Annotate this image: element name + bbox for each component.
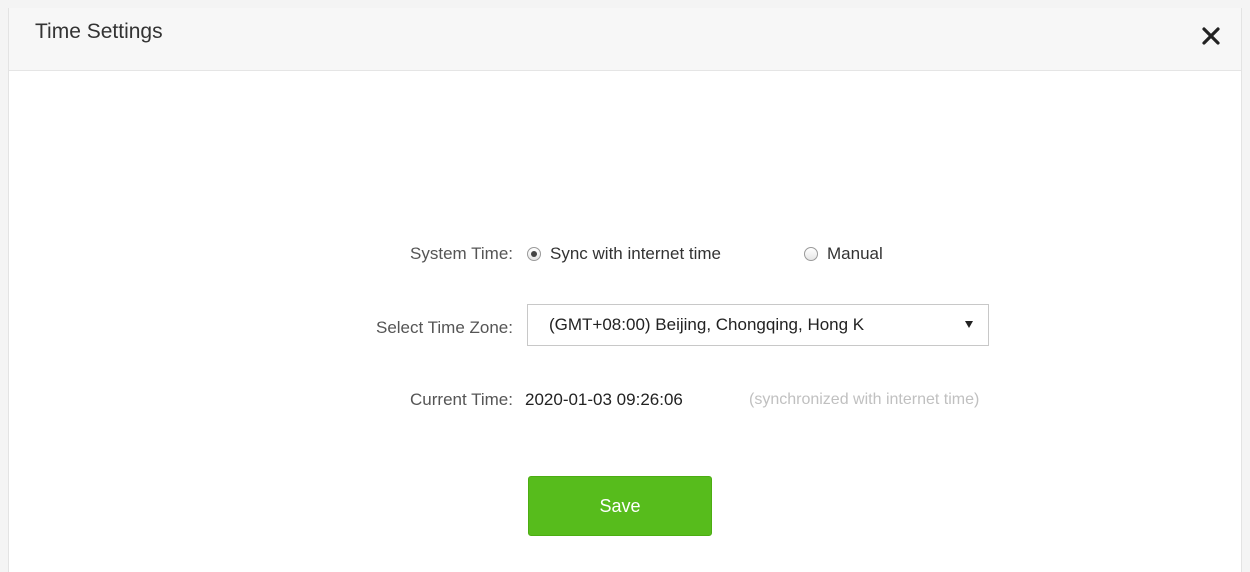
dialog-title: Time Settings <box>35 20 163 43</box>
current-time-label: Current Time: <box>410 390 513 409</box>
current-time-value: 2020-01-03 09:26:06 <box>525 390 683 409</box>
radio-sync-internet[interactable]: Sync with internet time <box>527 244 721 264</box>
time-settings-dialog: Time Settings System Time: Sync with int… <box>8 8 1242 572</box>
time-zone-label: Select Time Zone: <box>375 318 513 337</box>
radio-manual[interactable]: Manual <box>804 244 883 264</box>
time-zone-selected-value: (GMT+08:00) Beijing, Chongqing, Hong K <box>549 315 865 334</box>
dialog-header: Time Settings <box>9 8 1241 71</box>
radio-sync-internet-dot[interactable] <box>527 247 541 261</box>
dropdown-arrow-icon <box>965 321 973 328</box>
save-button[interactable]: Save <box>528 476 712 536</box>
radio-manual-dot[interactable] <box>804 247 818 261</box>
radio-manual-label: Manual <box>827 244 883 263</box>
radio-sync-internet-label: Sync with internet time <box>550 244 722 263</box>
close-icon[interactable] <box>1195 20 1227 52</box>
system-time-label: System Time: <box>410 244 513 263</box>
sync-status-note: (synchronized with internet time) <box>749 391 980 408</box>
time-zone-select[interactable]: (GMT+08:00) Beijing, Chongqing, Hong K <box>527 304 989 346</box>
